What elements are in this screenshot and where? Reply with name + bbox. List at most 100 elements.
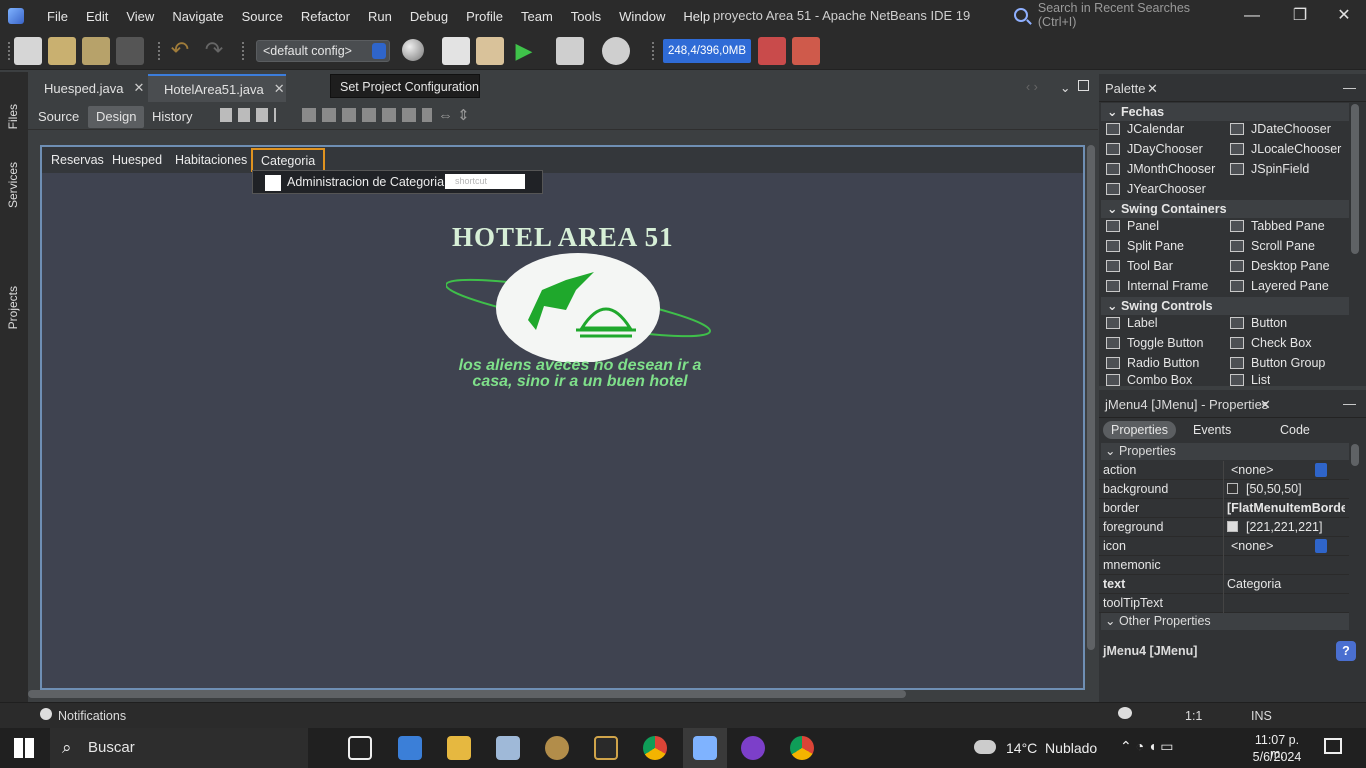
palette-scrollbar[interactable] — [1351, 104, 1359, 254]
palette-item-jspinfield[interactable]: JSpinField — [1230, 162, 1309, 176]
menu-item-checkbox[interactable] — [265, 175, 281, 191]
form-menu-habitaciones[interactable]: Habitaciones — [167, 147, 255, 173]
prop-row-action[interactable]: action <none> — [1099, 461, 1349, 480]
palette-item-jmonthchooser[interactable]: JMonthChooser — [1106, 162, 1215, 176]
close-tab-icon[interactable]: ✕ — [274, 81, 285, 97]
undo-icon[interactable]: ↶ — [166, 37, 194, 65]
design-tab[interactable]: Design — [88, 106, 145, 128]
services-tab[interactable]: Services — [6, 162, 20, 208]
prop-row-border[interactable]: border [FlatMenuItemBorde — [1099, 499, 1349, 518]
palette-item-button[interactable]: Button — [1230, 316, 1287, 330]
close-icon[interactable]: ✕ — [1334, 6, 1354, 26]
selection-mode-icons[interactable] — [220, 108, 276, 122]
palette-item-jdaychooser[interactable]: JDayChooser — [1106, 142, 1203, 156]
gc-icon[interactable] — [758, 37, 786, 65]
prop-row-background[interactable]: background [50,50,50] — [1099, 480, 1349, 499]
menu-window[interactable]: Window — [610, 9, 674, 24]
profiler-snapshot-icon[interactable] — [792, 37, 820, 65]
properties-section-header[interactable]: ⌄ Properties — [1101, 443, 1349, 460]
form-menu-reservas[interactable]: Reservas — [43, 147, 112, 173]
form-menu-categoria[interactable]: Categoria — [251, 148, 326, 172]
resize-icons[interactable]: ⇔ ⇕ — [438, 106, 470, 124]
palette-category-fechas[interactable]: ⌄ Fechas — [1101, 103, 1349, 121]
maximize-icon[interactable]: ❐ — [1290, 6, 1310, 26]
task-view-icon[interactable] — [348, 736, 372, 760]
palette-item-list[interactable]: List — [1230, 374, 1270, 386]
notification-center-icon[interactable] — [1324, 738, 1342, 754]
notifications-icon[interactable] — [40, 708, 52, 720]
palette-item-radio-button[interactable]: Radio Button — [1106, 356, 1199, 370]
run-icon[interactable]: ▶ — [510, 37, 538, 65]
palette-item-jlocalechooser[interactable]: JLocaleChooser — [1230, 142, 1341, 156]
spinner-icon[interactable] — [1315, 463, 1327, 477]
palette-item-label[interactable]: Label — [1106, 316, 1158, 330]
other-properties-header[interactable]: ⌄ Other Properties — [1101, 613, 1349, 630]
paint-icon[interactable] — [545, 736, 569, 760]
prop-row-mnemonic[interactable]: mnemonic — [1099, 556, 1349, 575]
photos-icon[interactable] — [496, 736, 520, 760]
new-project-icon[interactable] — [48, 37, 76, 65]
windows-start-icon[interactable] — [14, 738, 34, 758]
memory-indicator[interactable]: 248,4/396,0MB — [663, 39, 751, 63]
shortcut-field[interactable]: shortcut — [445, 174, 525, 189]
source-tab[interactable]: Source — [30, 106, 87, 128]
prop-row-text[interactable]: text Categoria — [1099, 575, 1349, 594]
palette-item-toggle-button[interactable]: Toggle Button — [1106, 336, 1203, 350]
palette-item-internal-frame[interactable]: Internal Frame — [1106, 279, 1208, 293]
prop-row-icon[interactable]: icon <none> — [1099, 537, 1349, 556]
palette-item-tabbed-pane[interactable]: Tabbed Pane — [1230, 219, 1325, 233]
menu-debug[interactable]: Debug — [401, 9, 457, 24]
projects-tab[interactable]: Projects — [6, 286, 20, 329]
menu-edit[interactable]: Edit — [77, 9, 117, 24]
menu-item-admin-categoria[interactable]: Administracion de Categoria — [287, 175, 444, 189]
close-tab-icon[interactable]: ✕ — [134, 80, 145, 96]
config-select[interactable]: <default config> — [256, 40, 390, 62]
debug-icon[interactable] — [556, 37, 584, 65]
open-project-icon[interactable] — [82, 37, 110, 65]
tab-code[interactable]: Code — [1272, 421, 1318, 439]
menu-tools[interactable]: Tools — [562, 9, 610, 24]
tab-hotelarea51[interactable]: HotelArea51.java ✕ — [148, 74, 286, 102]
build-hammer-icon[interactable] — [442, 37, 470, 65]
globe-icon[interactable] — [402, 39, 424, 61]
properties-scrollbar[interactable] — [1351, 444, 1359, 466]
minimize-panel-icon[interactable]: — — [1343, 80, 1356, 95]
palette-item-scroll-pane[interactable]: Scroll Pane — [1230, 239, 1315, 253]
menu-profile[interactable]: Profile — [457, 9, 512, 24]
palette-item-tool-bar[interactable]: Tool Bar — [1106, 259, 1173, 273]
menu-run[interactable]: Run — [359, 9, 401, 24]
system-tray-icons[interactable]: ⌃ ◔ ◖ ▭ — [1120, 738, 1174, 755]
github-icon[interactable] — [741, 736, 765, 760]
notifications-label[interactable]: Notifications — [58, 709, 126, 723]
align-icons[interactable] — [302, 108, 432, 122]
menu-view[interactable]: View — [117, 9, 163, 24]
prop-row-tooltiptext[interactable]: toolTipText — [1099, 594, 1349, 613]
palette-item-desktop-pane[interactable]: Desktop Pane — [1230, 259, 1330, 273]
mail-icon[interactable] — [398, 736, 422, 760]
menu-team[interactable]: Team — [512, 9, 562, 24]
close-properties-icon[interactable]: ✕ — [1260, 397, 1271, 413]
redo-icon[interactable]: ↷ — [200, 37, 228, 65]
game-icon[interactable] — [594, 736, 618, 760]
history-tab[interactable]: History — [144, 106, 200, 128]
minimize-panel-icon[interactable]: — — [1343, 396, 1356, 411]
tab-huesped[interactable]: Huesped.java ✕ — [28, 74, 146, 102]
help-icon[interactable]: ? — [1336, 641, 1356, 661]
netbeans-icon[interactable] — [693, 736, 717, 760]
clean-build-icon[interactable] — [476, 37, 504, 65]
palette-item-jcalendar[interactable]: JCalendar — [1106, 122, 1184, 136]
menu-refactor[interactable]: Refactor — [292, 9, 359, 24]
save-all-icon[interactable] — [116, 37, 144, 65]
palette-item-panel[interactable]: Panel — [1106, 219, 1159, 233]
search-input[interactable]: Search in Recent Searches (Ctrl+I) — [1038, 1, 1230, 29]
prop-row-foreground[interactable]: foreground [221,221,221] — [1099, 518, 1349, 537]
horizontal-scrollbar[interactable] — [28, 690, 906, 698]
weather-text[interactable]: 14°C Nublado — [1006, 740, 1097, 756]
chat-icon[interactable] — [1118, 707, 1132, 719]
menu-file[interactable]: File — [38, 9, 77, 24]
tab-properties[interactable]: Properties — [1103, 421, 1176, 439]
chrome-icon[interactable] — [643, 736, 667, 760]
tab-events[interactable]: Events — [1185, 421, 1239, 439]
chevron-down-icon[interactable]: ⌄ — [1060, 80, 1070, 95]
taskbar-search[interactable]: Buscar — [50, 728, 308, 768]
